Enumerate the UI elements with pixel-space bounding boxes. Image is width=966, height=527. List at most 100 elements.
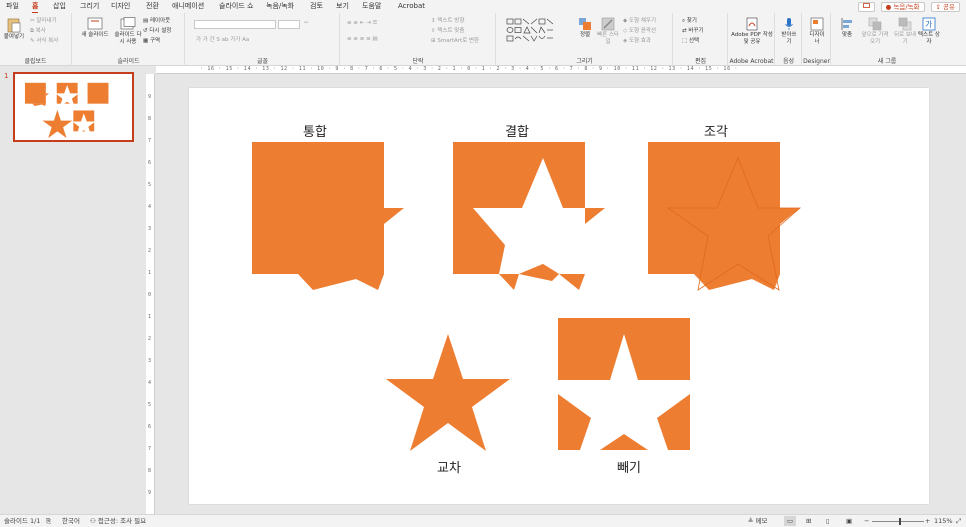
- intersect-shape[interactable]: [385, 334, 511, 454]
- send-backward-button[interactable]: 뒤로 보내기: [892, 17, 918, 46]
- vertical-ruler-label: 4: [148, 204, 152, 210]
- comments-button[interactable]: [857, 1, 875, 12]
- copy-label: 복사: [35, 28, 46, 34]
- svg-text:가: 가: [925, 20, 933, 29]
- vertical-ruler: 9 8 7 6 5 4 3 2 1 0 1 2 3 4 5 6 7 8 9: [146, 74, 155, 514]
- create-pdf-button[interactable]: Adobe PDF 작성 및 공유: [731, 17, 773, 46]
- record-button[interactable]: ● 녹음/녹화: [880, 1, 925, 12]
- text-direction-label: 텍스트 방향: [437, 18, 465, 24]
- shape-fill-button[interactable]: ◆ 도형 채우기: [623, 17, 656, 25]
- reuse-slides-button[interactable]: 슬라이드 다시 사용: [113, 17, 143, 46]
- quick-styles-button[interactable]: 빠른 스타일: [597, 17, 619, 46]
- zoom-level[interactable]: 115%: [934, 516, 953, 526]
- font-grow-button[interactable]: ᵃᵃ: [304, 20, 308, 28]
- label-subtract[interactable]: 빼기: [617, 457, 641, 476]
- cut-button[interactable]: ✂ 잘라내기: [30, 17, 57, 25]
- textbox-label: 텍스트 상자: [918, 32, 940, 45]
- tab-transitions[interactable]: 전환: [146, 1, 159, 12]
- text-direction-button[interactable]: ↕ 텍스트 방향: [431, 17, 464, 25]
- quick-styles-label: 빠른 스타일: [597, 32, 619, 45]
- align-button[interactable]: 맞춤: [836, 17, 858, 39]
- slide-sorter-icon[interactable]: ⊞: [806, 516, 811, 526]
- normal-view-icon[interactable]: ▭: [784, 516, 797, 526]
- combine-shape[interactable]: [453, 142, 608, 292]
- shape-outline-button[interactable]: ◇ 도형 윤곽선: [623, 27, 656, 35]
- shapes-gallery[interactable]: [505, 17, 571, 45]
- tab-view[interactable]: 보기: [336, 1, 349, 12]
- font-name-combo[interactable]: [194, 20, 276, 29]
- slideshow-view-icon[interactable]: ▣: [846, 516, 852, 526]
- select-button[interactable]: ⬚ 선택: [682, 37, 699, 45]
- language[interactable]: 한국어: [62, 516, 80, 526]
- share-label: 공유: [943, 2, 955, 11]
- label-fragment[interactable]: 조각: [704, 121, 728, 140]
- smartart-button[interactable]: ⊞ SmartArt로 변환: [431, 37, 479, 45]
- vertical-ruler-label: 4: [148, 380, 152, 386]
- tab-animations[interactable]: 애니메이션: [172, 1, 204, 12]
- designer-icon: [810, 17, 824, 31]
- align-label: 맞춤: [841, 32, 853, 38]
- spellcheck-icon[interactable]: ⎘: [46, 516, 51, 526]
- fragment-shape[interactable]: [648, 142, 803, 292]
- slide-canvas[interactable]: 통합 결합 조각 교차 빼기: [189, 88, 929, 504]
- tab-file[interactable]: 파일: [6, 1, 19, 12]
- paragraph-group-label: 단락: [412, 58, 424, 65]
- font-size-combo[interactable]: [278, 20, 300, 29]
- find-button[interactable]: ⌕ 찾기: [682, 17, 697, 25]
- label-combine[interactable]: 결합: [505, 121, 529, 140]
- tab-home[interactable]: 홈: [32, 1, 39, 13]
- label-intersect[interactable]: 교차: [437, 457, 461, 476]
- dictate-button[interactable]: 받아쓰기: [778, 17, 800, 46]
- tab-slideshow[interactable]: 슬라이드 쇼: [219, 1, 253, 12]
- accessibility-status[interactable]: ⚇ 접근성: 조사 필요: [90, 516, 146, 526]
- new-slide-button[interactable]: 새 슬라이드: [77, 17, 113, 39]
- tab-help[interactable]: 도움말: [362, 1, 381, 12]
- replace-button[interactable]: ⇄ 바꾸기: [682, 27, 704, 35]
- arrange-button[interactable]: 정렬: [575, 17, 595, 39]
- cut-label: 잘라내기: [36, 18, 57, 24]
- vertical-ruler-label: 2: [148, 336, 152, 342]
- format-painter-button[interactable]: ✎ 서식 복사: [30, 37, 58, 45]
- subtract-shape[interactable]: [558, 318, 692, 452]
- copy-button[interactable]: ⧉ 복사: [30, 27, 46, 35]
- clipboard-group: 붙여넣기 ✂ 잘라내기 ⧉ 복사 ✎ 서식 복사 클립보드: [0, 13, 72, 66]
- share-button[interactable]: ⇪ 공유: [930, 1, 960, 12]
- zoom-slider[interactable]: [872, 518, 924, 525]
- align-buttons[interactable]: ≡ ≡ ≡ ≡ ▤: [347, 35, 378, 43]
- tab-design[interactable]: 디자인: [111, 1, 130, 12]
- thumbnail-number: 1: [4, 72, 9, 80]
- designer-button[interactable]: 디자이너: [805, 17, 829, 46]
- create-pdf-label: Adobe PDF 작성 및 공유: [731, 32, 773, 45]
- notes-button[interactable]: ≜ 메모: [748, 516, 767, 526]
- zoom-in-icon[interactable]: +: [925, 516, 930, 526]
- vertical-ruler-label: 0: [148, 292, 152, 298]
- align-text-label: 텍스트 맞춤: [437, 28, 465, 34]
- tab-acrobat[interactable]: Acrobat: [398, 1, 425, 12]
- tab-draw[interactable]: 그리기: [80, 1, 99, 12]
- vertical-ruler-label: 6: [148, 424, 152, 430]
- shape-effects-button[interactable]: ◈ 도형 효과: [623, 37, 651, 45]
- find-label: 찾기: [686, 18, 697, 24]
- slide-thumbnail[interactable]: [13, 72, 134, 142]
- label-union[interactable]: 통합: [303, 121, 327, 140]
- tab-review[interactable]: 검토: [310, 1, 323, 12]
- layout-button[interactable]: ▤ 레이아웃: [143, 17, 170, 25]
- fit-slide-icon[interactable]: ⤢: [956, 516, 961, 526]
- section-button[interactable]: ▦ 구역: [143, 37, 160, 45]
- reset-button[interactable]: ↺ 다시 설정: [143, 27, 171, 35]
- reading-view-icon[interactable]: ▯: [826, 516, 830, 526]
- paste-button[interactable]: 붙여넣기: [2, 17, 26, 41]
- menu-right-actions: ● 녹음/녹화 ⇪ 공유: [857, 0, 960, 13]
- tab-record[interactable]: 녹음/녹화: [266, 1, 294, 12]
- zoom-slider-thumb[interactable]: [899, 518, 901, 525]
- list-buttons[interactable]: ≡ ≡ ⇤ ⇥ ☰: [347, 19, 377, 27]
- font-format-tools[interactable]: 가 가 간 S ab 가가 Aa: [196, 36, 249, 44]
- send-backward-label: 뒤로 보내기: [894, 32, 916, 45]
- zoom-out-icon[interactable]: −: [864, 516, 869, 526]
- bring-forward-button[interactable]: 앞으로 가져오기: [860, 17, 890, 46]
- shape-effects-label: 도형 효과: [628, 38, 651, 44]
- textbox-button[interactable]: 가 텍스트 상자: [918, 17, 940, 46]
- tab-insert[interactable]: 삽입: [53, 1, 66, 12]
- union-shape[interactable]: [252, 142, 407, 292]
- align-text-button[interactable]: ⇳ 텍스트 맞춤: [431, 27, 464, 35]
